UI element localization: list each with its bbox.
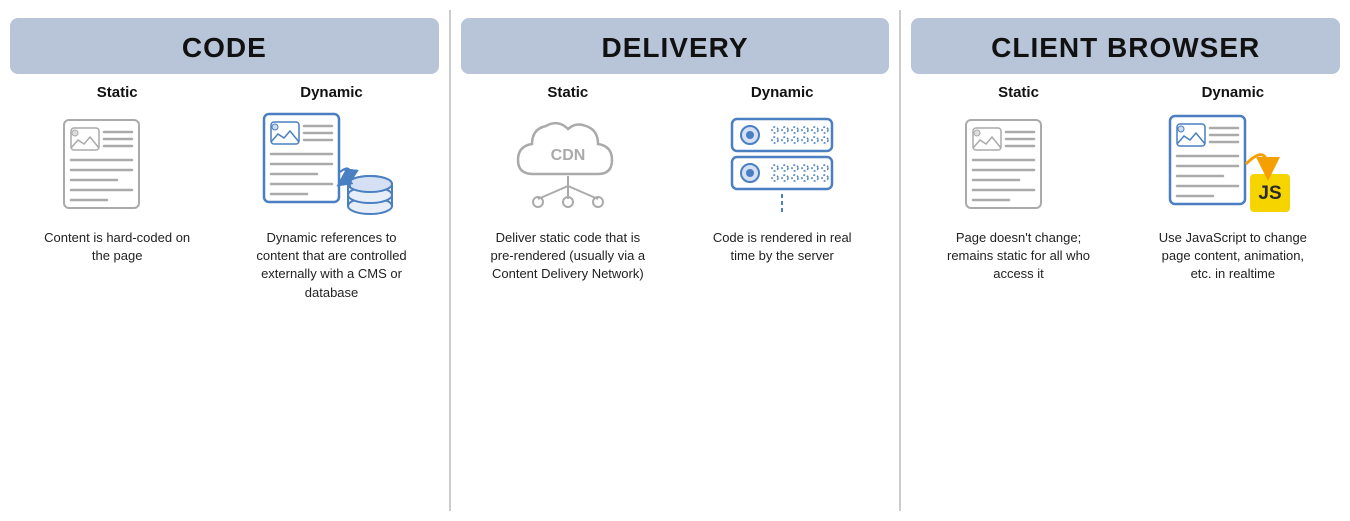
delivery-dynamic-desc: Code is rendered in real time by the ser… [705,229,860,265]
code-static-col: Static [10,84,224,503]
browser-section: CLIENT BROWSER Static [901,0,1350,521]
code-header: CODE [10,18,439,74]
delivery-static-desc: Deliver static code that is pre-rendered… [490,229,645,284]
code-section: CODE Static [0,0,449,521]
browser-dynamic-col: Dynamic [1126,84,1340,503]
delivery-dynamic-icon [712,109,852,219]
svg-text:CDN: CDN [551,147,586,164]
delivery-dynamic-col: Dynamic [675,84,889,503]
browser-columns: Static Page doesn't c [911,84,1340,503]
code-dynamic-desc: Dynamic references to content that are c… [254,229,409,302]
code-static-desc: Content is hard-coded on the page [40,229,195,265]
browser-dynamic-icon: JS [1163,109,1303,219]
delivery-title: DELIVERY [602,32,749,63]
browser-static-label: Static [998,84,1039,101]
code-title: CODE [182,32,267,63]
code-static-icon [47,109,187,219]
code-dynamic-icon [262,109,402,219]
delivery-dynamic-label: Dynamic [751,84,814,101]
delivery-header: DELIVERY [461,18,890,74]
browser-title: CLIENT BROWSER [991,32,1260,63]
browser-dynamic-desc: Use JavaScript to change page content, a… [1155,229,1310,284]
code-dynamic-label: Dynamic [300,84,363,101]
code-dynamic-col: Dynamic [224,84,438,503]
browser-dynamic-label: Dynamic [1202,84,1265,101]
delivery-static-col: Static CDN Deliver sta [461,84,675,503]
browser-static-col: Static Page doesn't c [911,84,1125,503]
browser-static-icon [949,109,1089,219]
svg-text:JS: JS [1258,183,1281,204]
delivery-static-icon: CDN [498,109,638,219]
delivery-section: DELIVERY Static CDN [451,0,900,521]
browser-static-desc: Page doesn't change; remains static for … [941,229,1096,284]
browser-header: CLIENT BROWSER [911,18,1340,74]
delivery-columns: Static CDN Deliver sta [461,84,890,503]
code-columns: Static [10,84,439,503]
delivery-static-label: Static [547,84,588,101]
code-static-label: Static [97,84,138,101]
